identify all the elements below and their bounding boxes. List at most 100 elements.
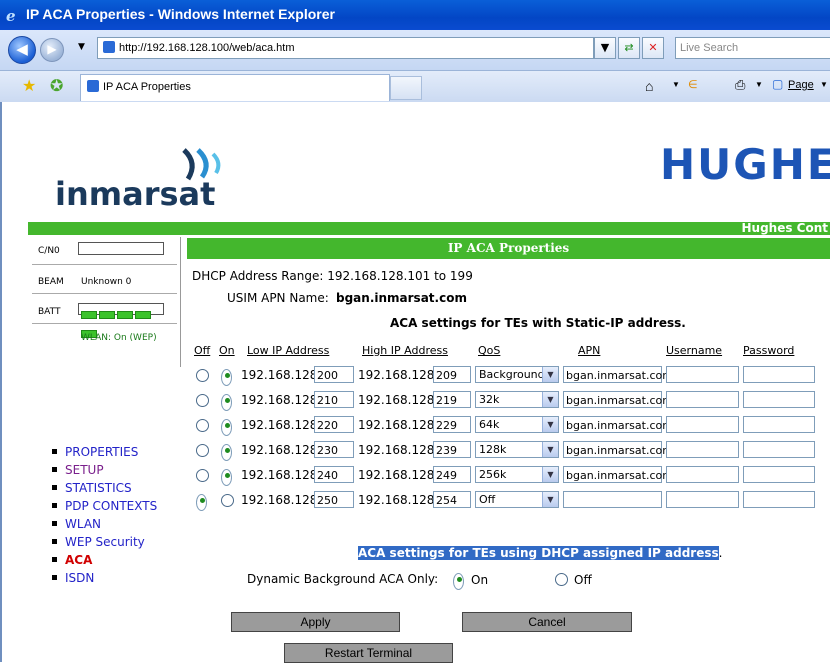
high-ip-input[interactable]: 254 (433, 491, 471, 508)
off-radio[interactable] (196, 444, 209, 457)
qos-value: 64k (479, 418, 500, 431)
nav-item-aca[interactable]: ACA (52, 551, 157, 569)
nav-item-wep-security[interactable]: WEP Security (52, 533, 157, 551)
username-input[interactable] (666, 466, 739, 483)
dhcp-heading: ACA settings for TEs using DHCP assigned… (358, 546, 723, 560)
dynamic-on-radio[interactable] (453, 573, 464, 590)
qos-select[interactable]: Off ▼ (475, 491, 559, 508)
low-ip-input[interactable]: 250 (314, 491, 354, 508)
apn-input[interactable]: bgan.inmarsat.com (563, 416, 673, 433)
page-menu[interactable]: Page (788, 79, 814, 91)
low-ip-input[interactable]: 200 (314, 366, 354, 383)
col-off: Off (194, 344, 211, 357)
password-input[interactable] (743, 366, 815, 383)
chevron-down-icon[interactable]: ▼ (542, 467, 558, 482)
qos-select[interactable]: Background ▼ (475, 366, 559, 383)
off-radio[interactable] (196, 419, 209, 432)
cancel-button[interactable]: Cancel (462, 612, 632, 632)
address-dropdown-button[interactable]: ▼ (594, 37, 616, 59)
restart-terminal-button[interactable]: Restart Terminal (284, 643, 453, 663)
low-ip-input[interactable]: 240 (314, 466, 354, 483)
low-ip-input[interactable]: 230 (314, 441, 354, 458)
username-input[interactable] (666, 416, 739, 433)
nav-item-setup[interactable]: SETUP (52, 461, 157, 479)
qos-select[interactable]: 128k ▼ (475, 441, 559, 458)
batt-label: BATT (38, 307, 61, 317)
home-dropdown[interactable]: ▼ (672, 80, 680, 89)
qos-value: 128k (479, 443, 507, 456)
forward-button[interactable]: ▶ (40, 38, 64, 62)
search-input[interactable]: Live Search (675, 37, 830, 59)
chevron-down-icon[interactable]: ▼ (542, 367, 558, 382)
password-input[interactable] (743, 441, 815, 458)
on-radio[interactable] (221, 444, 232, 461)
off-radio[interactable] (196, 369, 209, 382)
page-menu-icon[interactable]: ▢ (772, 77, 783, 91)
print-dropdown[interactable]: ▼ (755, 80, 763, 89)
qos-select[interactable]: 64k ▼ (475, 416, 559, 433)
chevron-down-icon[interactable]: ▼ (542, 417, 558, 432)
print-icon[interactable]: ⎙ (735, 77, 745, 93)
tab-ip-aca-properties[interactable]: IP ACA Properties (80, 74, 390, 101)
chevron-down-icon[interactable]: ▼ (542, 392, 558, 407)
apn-input[interactable] (563, 491, 662, 508)
hughes-logo: HUGHE (660, 140, 830, 189)
chevron-down-icon[interactable]: ▼ (542, 442, 558, 457)
new-tab-button[interactable] (390, 76, 422, 100)
username-input[interactable] (666, 491, 739, 508)
home-icon[interactable]: ⌂ (645, 78, 653, 94)
username-input[interactable] (666, 366, 739, 383)
favorites-star-icon[interactable]: ★ (22, 76, 36, 95)
off-radio[interactable] (196, 394, 209, 407)
low-ip-prefix: 192.168.128. (241, 368, 322, 382)
high-ip-input[interactable]: 209 (433, 366, 471, 383)
dynamic-off-radio[interactable] (555, 573, 568, 586)
on-radio[interactable] (221, 494, 234, 507)
low-ip-input[interactable]: 210 (314, 391, 354, 408)
apn-input[interactable]: bgan.inmarsat.com (563, 366, 673, 383)
refresh-button[interactable]: ⇄ (618, 37, 640, 59)
high-ip-input[interactable]: 249 (433, 466, 471, 483)
nav-item-wlan[interactable]: WLAN (52, 515, 157, 533)
high-ip-input[interactable]: 229 (433, 416, 471, 433)
password-input[interactable] (743, 391, 815, 408)
password-input[interactable] (743, 416, 815, 433)
password-input[interactable] (743, 491, 815, 508)
on-radio[interactable] (221, 394, 232, 411)
qos-select[interactable]: 256k ▼ (475, 466, 559, 483)
page-title: IP ACA Properties (187, 238, 830, 259)
on-radio[interactable] (221, 369, 232, 386)
stop-button[interactable]: ✕ (642, 37, 664, 59)
username-input[interactable] (666, 391, 739, 408)
password-input[interactable] (743, 466, 815, 483)
high-ip-input[interactable]: 219 (433, 391, 471, 408)
on-radio[interactable] (221, 469, 232, 486)
back-button[interactable]: ◀ (8, 36, 36, 64)
off-radio[interactable] (196, 494, 207, 511)
side-nav: PROPERTIES SETUP STATISTICS PDP CONTEXTS… (52, 443, 157, 587)
nav-item-properties[interactable]: PROPERTIES (52, 443, 157, 461)
nav-item-pdp-contexts[interactable]: PDP CONTEXTS (52, 497, 157, 515)
hughes-contact-link[interactable]: Hughes Cont (741, 221, 828, 235)
low-ip-prefix: 192.168.128. (241, 443, 322, 457)
recent-pages-dropdown[interactable]: ▼ (78, 42, 85, 52)
divider (32, 323, 177, 324)
chevron-down-icon[interactable]: ▼ (542, 492, 558, 507)
page-menu-dropdown[interactable]: ▼ (820, 80, 828, 89)
low-ip-input[interactable]: 220 (314, 416, 354, 433)
low-ip-prefix: 192.168.128. (241, 393, 322, 407)
apn-input[interactable]: bgan.inmarsat.com (563, 466, 673, 483)
high-ip-input[interactable]: 239 (433, 441, 471, 458)
nav-item-isdn[interactable]: ISDN (52, 569, 157, 587)
add-favorites-icon[interactable]: ✪ (50, 76, 63, 95)
address-bar[interactable]: http://192.168.128.100/web/aca.htm (97, 37, 594, 59)
apn-input[interactable]: bgan.inmarsat.com (563, 391, 673, 408)
off-radio[interactable] (196, 469, 209, 482)
nav-item-statistics[interactable]: STATISTICS (52, 479, 157, 497)
on-radio[interactable] (221, 419, 232, 436)
feeds-icon[interactable]: ∈ (688, 78, 698, 91)
apn-input[interactable]: bgan.inmarsat.com (563, 441, 673, 458)
qos-select[interactable]: 32k ▼ (475, 391, 559, 408)
apply-button[interactable]: Apply (231, 612, 400, 632)
username-input[interactable] (666, 441, 739, 458)
